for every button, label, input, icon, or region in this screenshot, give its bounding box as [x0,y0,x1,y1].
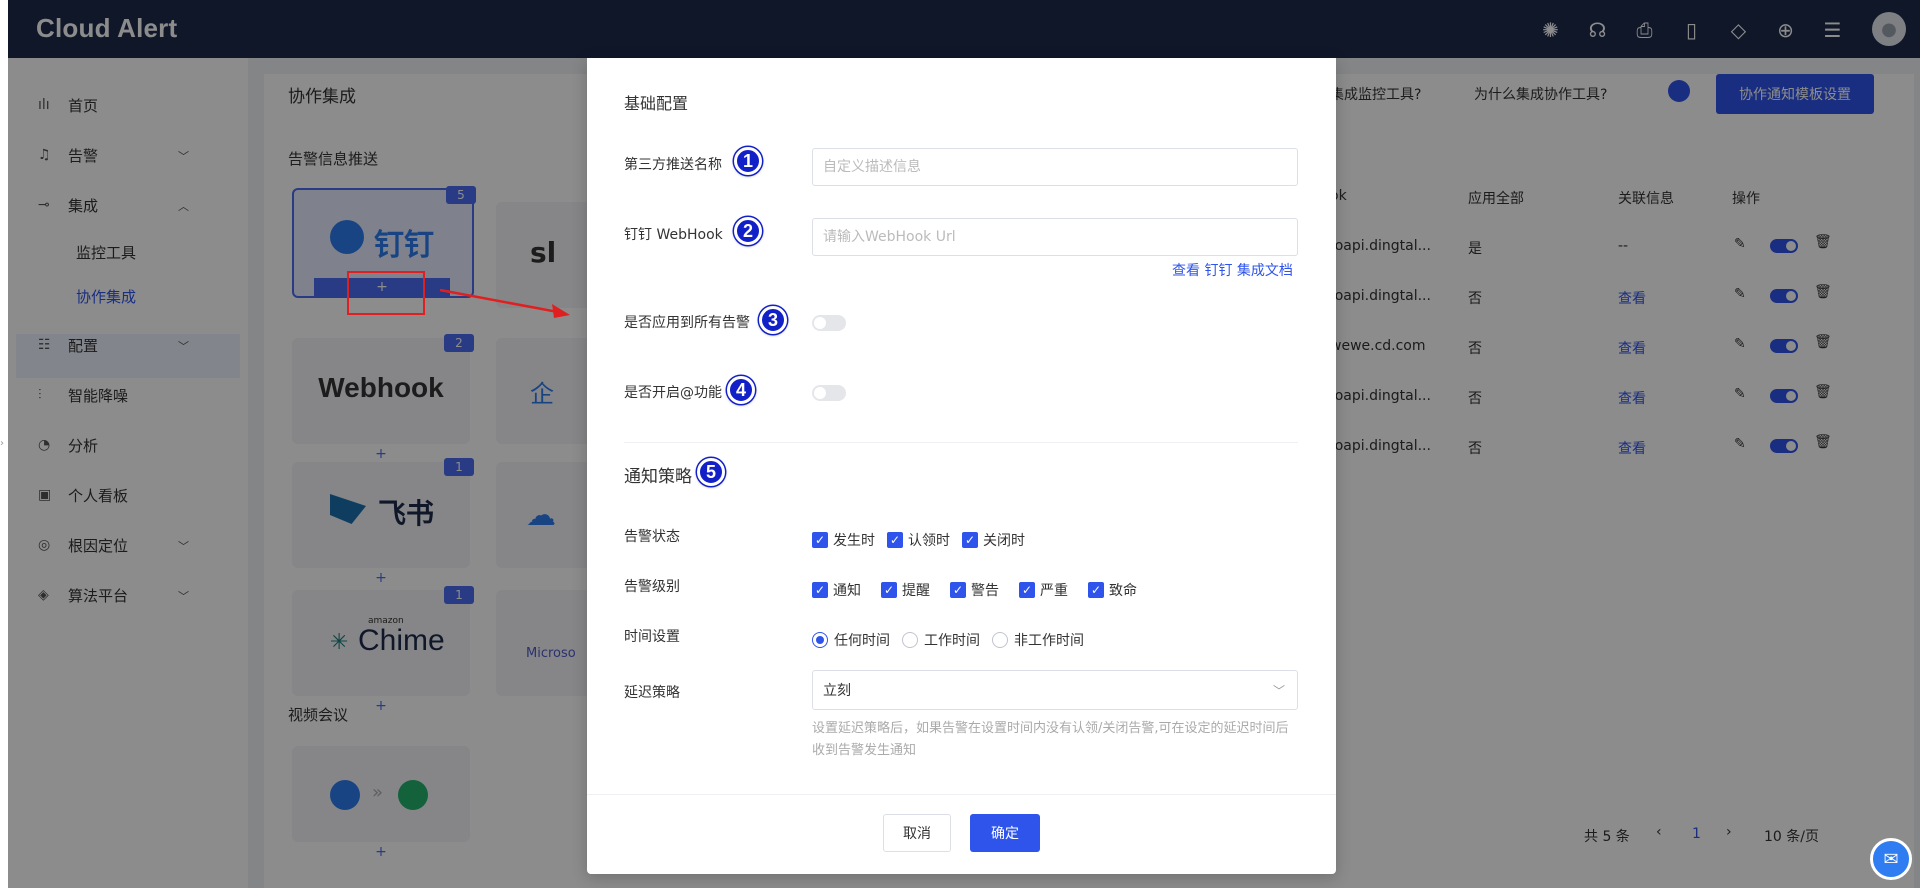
check-icon: ✓ [812,582,828,598]
apply-all-label: 是否应用到所有告警 [624,315,750,331]
annotation-marker: 3 [759,306,787,334]
integration-modal: 基础配置 第三方推送名称 钉钉 WebHook 查看 钉钉 集成文档 是否应用到… [587,58,1336,874]
status-checkbox[interactable]: ✓ 关闭时 [962,530,1025,550]
divider [624,442,1298,443]
delay-label: 延迟策略 [624,685,680,701]
radio-selected-icon [812,632,828,648]
confirm-button[interactable]: 确定 [970,814,1040,852]
push-name-input[interactable] [812,148,1298,186]
modal-footer-divider [587,794,1336,795]
radio-icon [992,632,1008,648]
annotation-highlight-box [347,271,425,315]
annotation-arrow-icon [439,288,570,318]
level-checkbox[interactable]: ✓ 严重 [1019,580,1068,600]
radio-icon [902,632,918,648]
check-icon: ✓ [1019,582,1035,598]
check-icon: ✓ [950,582,966,598]
radio-any-time[interactable]: 任何时间 [812,630,890,650]
chevron-down-icon: ﹀ [1272,683,1285,698]
webhook-url-input[interactable] [812,218,1298,256]
annotation-marker: 4 [727,376,755,404]
apply-all-switch[interactable] [812,315,846,331]
section-basic-title: 基础配置 [624,94,689,113]
at-label: 是否开启@功能 [624,385,722,401]
cancel-button[interactable]: 取消 [883,814,951,852]
radio-off-time[interactable]: 非工作时间 [992,630,1084,650]
section-policy-title: 通知策略 [624,467,692,487]
annotation-marker: 1 [734,147,762,175]
webhook-label: 钉钉 WebHook [624,227,723,243]
annotation-marker: 5 [697,458,725,486]
status-checkbox[interactable]: ✓ 发生时 [812,530,875,550]
collapse-arrow-icon[interactable]: › [0,438,4,449]
alert-level-group: ✓ 通知 ✓ 提醒 ✓ 警告 ✓ 严重 ✓ 致命 [812,580,1149,600]
annotation-marker: 2 [734,217,762,245]
check-icon: ✓ [962,532,978,548]
level-checkbox[interactable]: ✓ 致命 [1088,580,1137,600]
at-switch[interactable] [812,385,846,401]
check-icon: ✓ [812,532,828,548]
alert-status-group: ✓ 发生时 ✓ 认领时 ✓ 关闭时 [812,530,1037,550]
time-label: 时间设置 [624,629,680,645]
check-icon: ✓ [1088,582,1104,598]
check-icon: ✓ [887,532,903,548]
level-checkbox[interactable]: ✓ 提醒 [881,580,930,600]
level-checkbox[interactable]: ✓ 通知 [812,580,861,600]
status-checkbox[interactable]: ✓ 认领时 [887,530,950,550]
alert-status-label: 告警状态 [624,529,680,545]
time-radio-group: 任何时间 工作时间 非工作时间 [812,630,1096,650]
chat-support-icon[interactable]: ✉ [1870,838,1912,880]
name-label: 第三方推送名称 [624,157,722,173]
alert-level-label: 告警级别 [624,579,680,595]
level-checkbox[interactable]: ✓ 警告 [950,580,999,600]
delay-select[interactable]: 立刻 ﹀ [812,670,1298,710]
check-icon: ✓ [881,582,897,598]
radio-work-time[interactable]: 工作时间 [902,630,980,650]
doc-link[interactable]: 查看 钉钉 集成文档 [1172,260,1293,280]
delay-hint: 设置延迟策略后，如果告警在设置时间内没有认领/关闭告警,可在设定的延迟时间后收到… [812,721,1289,758]
left-edge: › [0,0,8,888]
